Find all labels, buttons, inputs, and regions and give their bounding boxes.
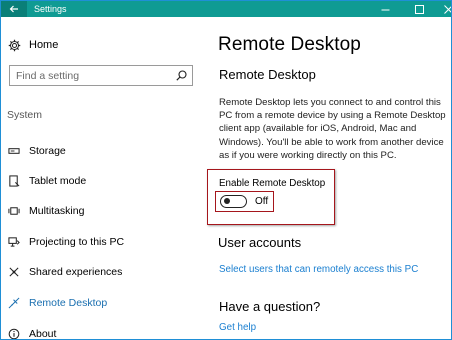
page-title: Remote Desktop — [218, 34, 361, 55]
projecting-icon — [7, 236, 20, 249]
minimize-button[interactable] — [370, 1, 400, 17]
search-box[interactable] — [9, 65, 193, 86]
enable-remote-desktop-toggle[interactable] — [220, 195, 247, 208]
sidebar-item-label: Multitasking — [29, 205, 85, 217]
shared-experiences-icon — [7, 266, 20, 279]
minimize-icon — [381, 9, 389, 10]
sidebar-item-remote-desktop[interactable]: Remote Desktop — [7, 295, 107, 311]
sidebar-item-home[interactable]: Home — [7, 38, 58, 52]
sidebar-item-label: About — [29, 328, 57, 340]
sidebar-item-multitasking[interactable]: Multitasking — [7, 203, 84, 219]
have-a-question-title: Have a question? — [219, 299, 321, 314]
sidebar-item-label: Storage — [29, 145, 66, 157]
maximize-icon — [414, 4, 424, 14]
select-users-link[interactable]: Select users that can remotely access th… — [219, 264, 418, 275]
sidebar: Home System Storage Tablet mode — [1, 17, 204, 340]
section-label-system: System — [7, 109, 43, 121]
user-accounts-title: User accounts — [218, 235, 302, 250]
storage-icon — [7, 145, 20, 158]
sidebar-item-label: Remote Desktop — [29, 297, 108, 309]
sidebar-item-storage[interactable]: Storage — [7, 143, 66, 159]
multitasking-icon — [7, 205, 20, 218]
tablet-mode-icon — [7, 175, 20, 188]
maximize-button[interactable] — [404, 1, 434, 17]
remote-desktop-description: Remote Desktop lets you connect to and c… — [219, 97, 446, 161]
toggle-state-label: Off — [255, 196, 269, 207]
sidebar-item-label: Projecting to this PC — [29, 236, 125, 248]
sidebar-item-shared-experiences[interactable]: Shared experiences — [7, 264, 122, 280]
sidebar-item-about[interactable]: About — [7, 326, 57, 340]
sidebar-item-label: Shared experiences — [29, 266, 123, 278]
enable-remote-desktop-label: Enable Remote Desktop — [219, 178, 326, 189]
get-help-link[interactable]: Get help — [219, 322, 256, 333]
close-icon — [443, 4, 451, 14]
remote-desktop-icon — [7, 297, 20, 310]
title-bar: Settings — [1, 1, 451, 17]
back-arrow-icon — [9, 5, 18, 13]
section-title: Remote Desktop — [219, 67, 316, 82]
gear-icon — [7, 38, 21, 52]
toggle-knob — [224, 198, 230, 204]
settings-window: Settings Home Find a setting System Stor… — [0, 0, 452, 340]
search-input[interactable] — [10, 66, 175, 85]
search-icon[interactable] — [176, 70, 187, 81]
about-icon — [7, 328, 20, 339]
back-button[interactable] — [1, 1, 27, 17]
sidebar-item-tablet-mode[interactable]: Tablet mode — [7, 173, 86, 189]
sidebar-item-projecting[interactable]: Projecting to this PC — [7, 234, 124, 250]
close-button[interactable] — [433, 1, 451, 17]
sidebar-item-label: Home — [29, 39, 59, 51]
window-title: Settings — [34, 4, 67, 14]
sidebar-item-label: Tablet mode — [29, 175, 87, 187]
